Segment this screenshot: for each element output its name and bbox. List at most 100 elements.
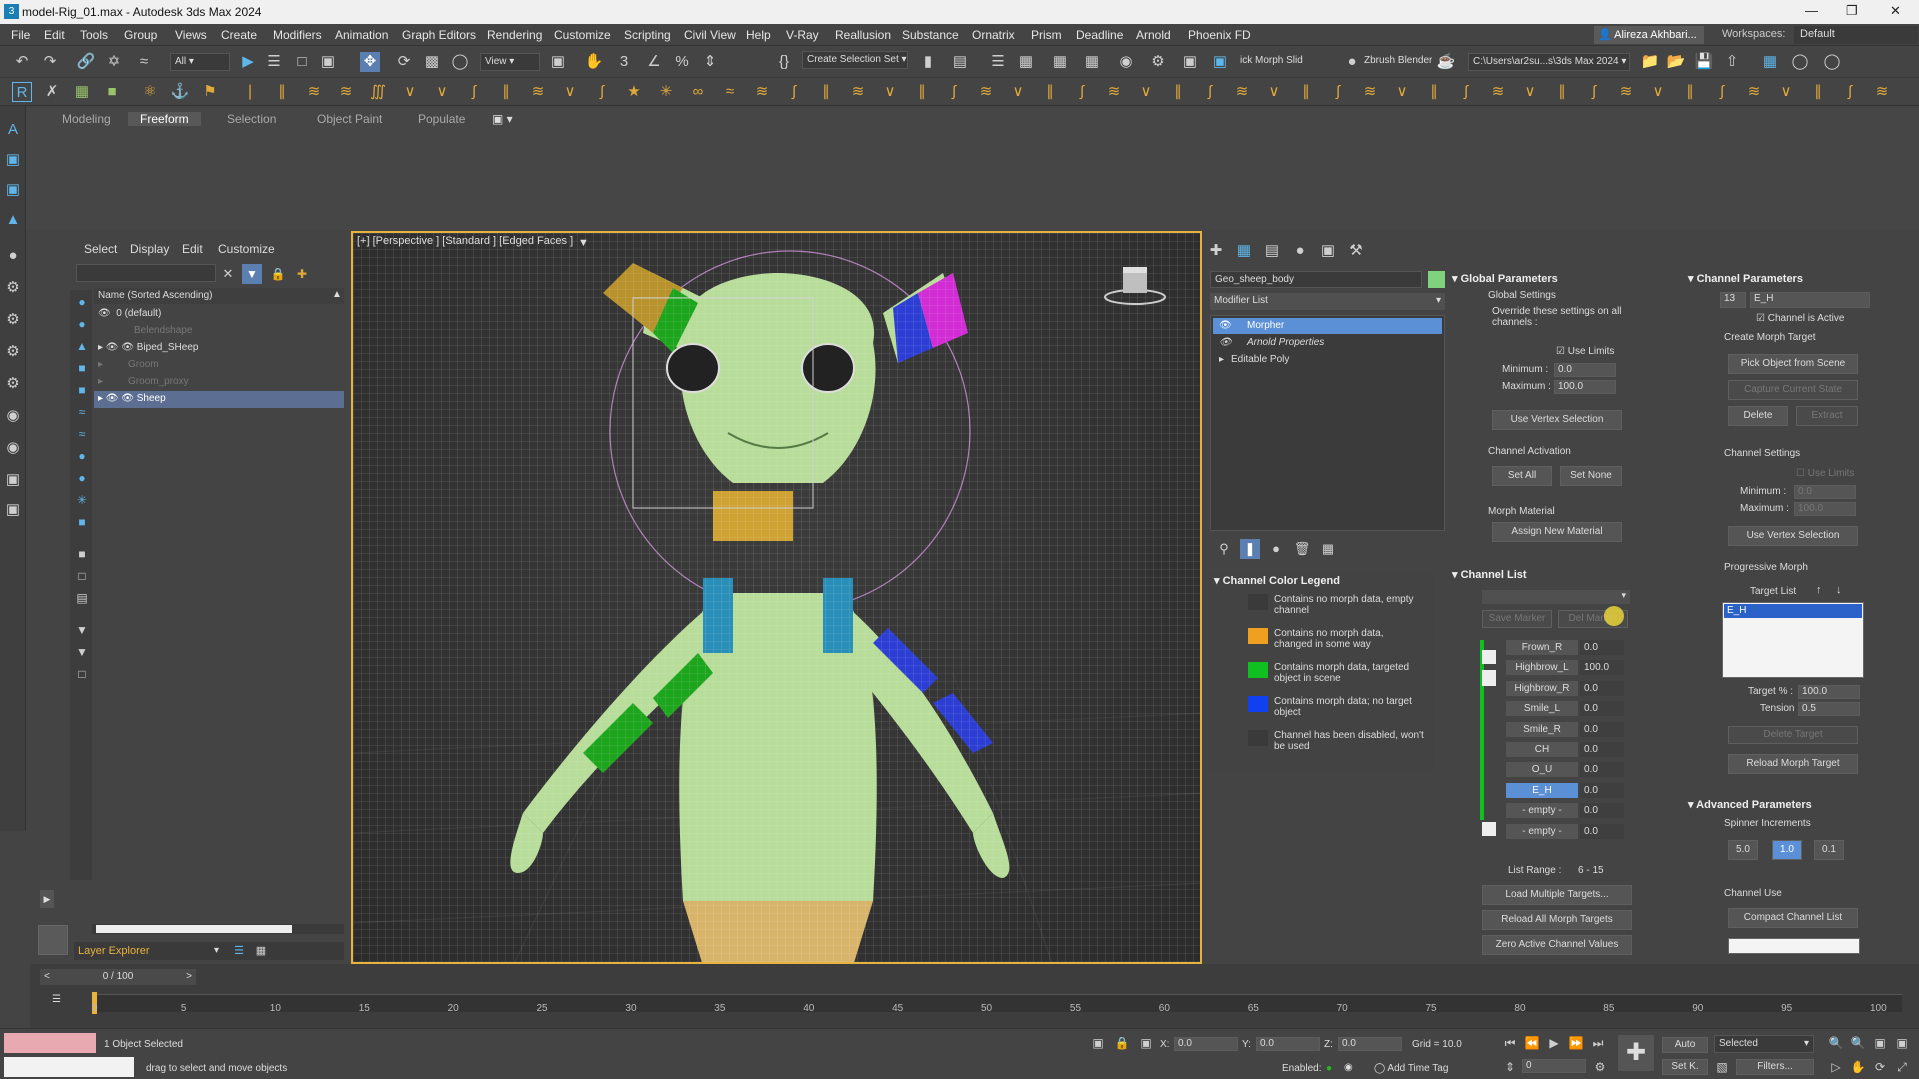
display-spacewarps-icon[interactable]: ≈ (72, 424, 92, 444)
ornatrix-tool-icon-41[interactable]: ∨ (1520, 82, 1540, 102)
time-tag-icon[interactable]: ◉ (1344, 1062, 1353, 1073)
ribbon-tab-modeling[interactable]: Modeling (62, 112, 111, 126)
rotate-icon[interactable]: ⟳ (394, 52, 414, 72)
maximize-icon[interactable]: ❐ (1846, 3, 1858, 19)
scale-icon[interactable]: ▩ (422, 52, 442, 72)
channel-value-spinner[interactable]: 100.0 (1580, 660, 1624, 676)
set-key-button[interactable]: Set K. (1662, 1059, 1708, 1075)
render-setup-icon[interactable]: ⚙ (1148, 52, 1168, 72)
display-geometry-icon[interactable]: ● (72, 314, 92, 334)
menu-animation[interactable]: Animation (335, 28, 388, 42)
pin-icon[interactable]: ● (1342, 52, 1362, 72)
angle-snap-icon[interactable]: ∠ (644, 52, 664, 72)
reload-all-morph-targets-button[interactable]: Reload All Morph Targets (1482, 910, 1632, 930)
object-name-field[interactable]: Geo_sheep_body (1210, 271, 1422, 288)
layer-dropdown-icon[interactable]: ▾ (214, 945, 219, 956)
display-none-icon[interactable]: ● (72, 292, 92, 312)
set-key-icon[interactable]: ✚ (1618, 1035, 1654, 1071)
legend-title[interactable]: ▾ Channel Color Legend (1214, 574, 1340, 587)
channel-button[interactable]: Highbrow_R (1506, 680, 1578, 696)
pan-icon[interactable]: ✋ (1848, 1057, 1868, 1077)
channel-name-field[interactable]: E_H (1750, 292, 1870, 308)
increment-1-button[interactable]: 1.0 (1772, 840, 1802, 860)
key-filter-dropdown[interactable]: Selected ▾ (1714, 1035, 1814, 1053)
edit-named-sets-icon[interactable]: {} (774, 52, 794, 72)
percent-snap-icon[interactable]: % (672, 52, 692, 72)
ornatrix-tool-icon-8[interactable]: ∫ (464, 82, 484, 102)
show-end-result-icon[interactable]: ❚ (1240, 539, 1260, 559)
time-slider[interactable]: <0 / 100 > (40, 969, 196, 985)
channel-button[interactable]: - empty - (1506, 823, 1578, 839)
viewport-layout-icon[interactable]: ▦ (1760, 52, 1780, 72)
selection-filter-dropdown[interactable]: All ▾ (170, 53, 230, 71)
ornatrix-tool-icon-18[interactable]: ∫ (784, 82, 804, 102)
vtool-icon-5[interactable]: ● (3, 246, 23, 266)
layer-explorer-bar[interactable]: Layer Explorer ▾ ☰ ▦ (74, 942, 344, 960)
ornatrix-tool-icon-50[interactable]: ∥ (1808, 82, 1828, 102)
menu-vray[interactable]: V-Ray (786, 28, 819, 42)
menu-rendering[interactable]: Rendering (487, 28, 542, 42)
channel-button[interactable]: O_U (1506, 762, 1578, 778)
ornatrix-tool-icon-35[interactable]: ∫ (1328, 82, 1348, 102)
zoom-extents-all-icon[interactable]: ▣ (1892, 1033, 1912, 1053)
time-config-icon[interactable]: ⚙ (1590, 1057, 1610, 1077)
play-icon[interactable]: ▶ (1544, 1033, 1564, 1053)
ornatrix-tool-icon-45[interactable]: ∨ (1648, 82, 1668, 102)
z-coordinate-field[interactable]: 0.0 (1338, 1037, 1402, 1051)
render-icon[interactable]: ▣ (1210, 52, 1230, 72)
zoom-extents-icon[interactable]: ▣ (1870, 1033, 1890, 1053)
move-down-icon[interactable]: ↓ (1836, 584, 1842, 596)
ornatrix-tool-icon-30[interactable]: ∥ (1168, 82, 1188, 102)
select-by-name-icon[interactable]: ☰ (264, 52, 284, 72)
increment-0-1-button[interactable]: 0.1 (1814, 840, 1844, 860)
channel-min-spinner[interactable]: 0.0 (1794, 485, 1856, 499)
curve-editor-icon[interactable]: ▦ (1050, 52, 1070, 72)
ornatrix-tool-icon-13[interactable]: ★ (624, 82, 644, 102)
channel-value-spinner[interactable]: 0.0 (1580, 762, 1624, 778)
marker-dropdown[interactable]: ▾ (1482, 590, 1630, 604)
vtool-icon-9[interactable]: ⚙ (3, 374, 23, 394)
hierarchy-tab-icon[interactable]: ▤ (1262, 241, 1282, 261)
ornatrix-tool-icon-33[interactable]: ∨ (1264, 82, 1284, 102)
display-groups-icon[interactable]: ● (72, 446, 92, 466)
zero-active-channel-values-button[interactable]: Zero Active Channel Values (1482, 935, 1632, 955)
ornatrix-tool-icon-29[interactable]: ∨ (1136, 82, 1156, 102)
reload-morph-target-button[interactable]: Reload Morph Target (1728, 754, 1858, 774)
rendered-frame-icon[interactable]: ▣ (1180, 52, 1200, 72)
hair-tool-icon-1[interactable]: ⚛ (140, 82, 160, 102)
channel-number-field[interactable]: 13 (1720, 292, 1746, 308)
stack-item-editable-poly[interactable]: ▸ Editable Poly (1213, 352, 1442, 368)
scene-menu-select[interactable]: Select (84, 242, 117, 256)
menu-graph-editors[interactable]: Graph Editors (402, 28, 476, 42)
ornatrix-tool-icon-25[interactable]: ∨ (1008, 82, 1028, 102)
tension-spinner[interactable]: 0.5 (1798, 702, 1860, 716)
ornatrix-tool-icon-17[interactable]: ≋ (752, 82, 772, 102)
ornatrix-tool-icon-23[interactable]: ∫ (944, 82, 964, 102)
menu-customize[interactable]: Customize (554, 28, 611, 42)
scene-item-groom-proxy[interactable]: ▸ Groom_proxy (94, 374, 344, 391)
selection-lock-icon[interactable]: 🔒 (1112, 1033, 1132, 1053)
motion-tab-icon[interactable]: ● (1290, 241, 1310, 261)
menu-arnold[interactable]: Arnold (1136, 28, 1171, 42)
green-box-icon[interactable]: ■ (102, 82, 122, 102)
channel-scroll-top-icon[interactable] (1482, 650, 1496, 664)
channel-value-spinner[interactable]: 0.0 (1580, 823, 1624, 839)
menu-tools[interactable]: Tools (80, 28, 108, 42)
channel-value-spinner[interactable]: 0.0 (1580, 680, 1624, 696)
menu-prism[interactable]: Prism (1031, 28, 1062, 42)
channel-params-title[interactable]: ▾ Channel Parameters (1688, 272, 1803, 285)
menu-substance[interactable]: Substance (902, 28, 959, 42)
menu-phoenix-fd[interactable]: Phoenix FD (1188, 28, 1251, 42)
channel-button[interactable]: Smile_L (1506, 701, 1578, 717)
absolute-mode-icon[interactable]: ▣ (1136, 1033, 1156, 1053)
ornatrix-tool-icon-15[interactable]: ∞ (688, 82, 708, 102)
modifier-list-dropdown[interactable]: Modifier List ▾ (1210, 293, 1445, 310)
unlink-icon[interactable]: ✡ (104, 52, 124, 72)
scene-item-belendshape[interactable]: Belendshape (94, 323, 344, 340)
mirror-icon[interactable]: ▮ (918, 52, 938, 72)
make-unique-icon[interactable]: ● (1266, 539, 1286, 559)
layer-manager-icon[interactable]: ☰ (988, 52, 1008, 72)
filter-icon[interactable]: ▼ (242, 264, 262, 284)
channel-button[interactable]: Frown_R (1506, 640, 1578, 655)
ornatrix-tool-icon-34[interactable]: ∥ (1296, 82, 1316, 102)
